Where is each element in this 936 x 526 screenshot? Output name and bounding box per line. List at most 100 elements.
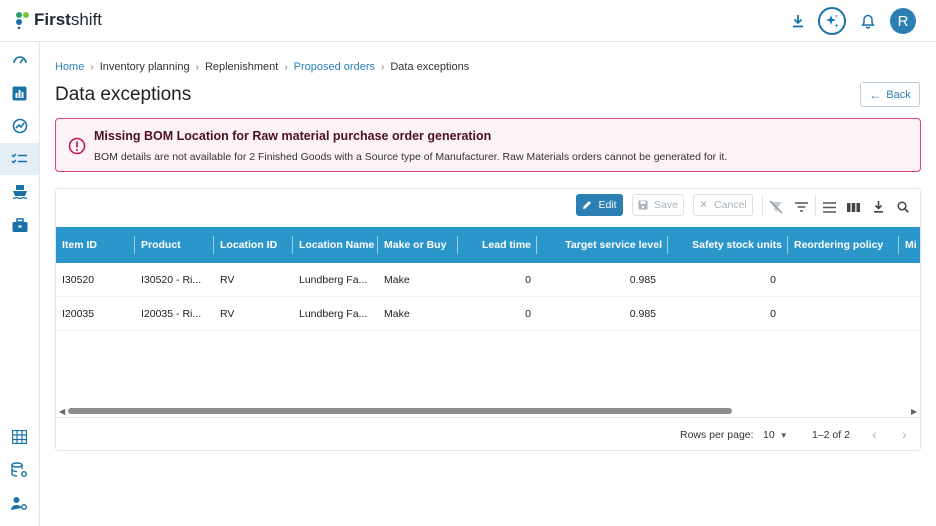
cell-item-id: I20035 — [62, 308, 95, 320]
column-header-lead-time[interactable]: Lead time — [458, 227, 537, 263]
cell-reordering-policy — [788, 263, 899, 297]
edit-button[interactable]: Edit — [576, 194, 623, 216]
bar-chart-icon — [12, 86, 27, 100]
alert-message: BOM details are not available for 2 Fini… — [94, 151, 728, 163]
column-header-location-name[interactable]: Location Name — [293, 227, 378, 263]
close-icon: ✕ — [699, 199, 709, 211]
cell-location-name: Lundberg Fa... — [299, 274, 368, 286]
sidebar-item-data-settings[interactable] — [0, 454, 39, 486]
cell-target-service-level: 0.985 — [629, 308, 656, 320]
back-button[interactable]: ← Back — [860, 82, 920, 107]
rows-per-page-value: 10 — [763, 429, 775, 441]
error-alert: Missing BOM Location for Raw material pu… — [55, 118, 921, 172]
column-header-safety-stock-units[interactable]: Safety stock units — [668, 227, 788, 263]
column-header-reordering-policy[interactable]: Reordering policy — [788, 227, 899, 263]
checklist-icon — [11, 153, 27, 164]
sidebar-item-warehouse[interactable] — [0, 421, 39, 453]
sidebar-item-shipping[interactable] — [0, 176, 39, 208]
cell-product: I20035 - Ri... — [141, 308, 202, 320]
back-label: Back — [886, 88, 911, 101]
ship-icon — [12, 185, 27, 200]
pagination-bar: Rows per page: 10 ▼ 1–2 of 2 ‹ › — [56, 417, 920, 450]
download-icon[interactable] — [788, 11, 808, 31]
page-title: Data exceptions — [55, 84, 192, 105]
density-icon[interactable] — [821, 199, 837, 215]
avatar[interactable]: R — [890, 8, 916, 34]
error-circle-icon — [68, 137, 86, 155]
cell-make-or-buy: Make — [384, 274, 410, 286]
next-page-icon[interactable]: › — [902, 426, 907, 442]
horizontal-scrollbar[interactable]: ◀ ▶ — [56, 405, 920, 416]
column-header-product[interactable]: Product — [135, 227, 214, 263]
scroll-left-icon[interactable]: ◀ — [59, 407, 65, 416]
column-header-target-service-level[interactable]: Target service level — [537, 227, 668, 263]
cancel-label: Cancel — [714, 199, 747, 211]
chevron-right-icon: › — [195, 61, 199, 73]
cell-location-id: RV — [220, 308, 235, 320]
scrollbar-thumb[interactable] — [68, 408, 732, 414]
trend-gauge-icon — [12, 118, 27, 134]
breadcrumb-proposed-orders[interactable]: Proposed orders — [294, 61, 375, 73]
sidebar-item-portfolio[interactable] — [0, 209, 39, 241]
bell-icon[interactable] — [858, 11, 878, 31]
cell-lead-time: 0 — [525, 308, 531, 320]
edit-label: Edit — [598, 199, 617, 211]
top-bar: Firstshift R — [0, 0, 936, 42]
cell-safety-stock-units: 0 — [770, 308, 776, 320]
column-header-item-id[interactable]: Item ID — [56, 227, 135, 263]
chevron-right-icon: › — [380, 61, 385, 73]
grid-toolbar: Edit Save ✕ Cancel — [56, 189, 920, 227]
cell-reordering-policy — [788, 297, 899, 331]
sidebar-item-dashboard[interactable] — [0, 44, 39, 76]
sidebar — [0, 42, 40, 526]
logo-mark-icon — [16, 12, 29, 29]
ai-sparkle-icon — [826, 14, 839, 28]
breadcrumb-current: Data exceptions — [390, 61, 470, 73]
database-settings-icon — [11, 462, 27, 477]
firstshift-logo[interactable]: Firstshift — [14, 10, 102, 30]
cell-location-id: RV — [220, 274, 235, 286]
data-grid-panel: Edit Save ✕ Cancel Item ID Product Locat… — [55, 188, 921, 451]
cell-location-name: Lundberg Fa... — [299, 308, 368, 320]
sidebar-item-replenishment[interactable] — [0, 143, 39, 175]
rows-per-page-select[interactable]: 10 ▼ — [763, 429, 788, 441]
column-header-make-or-buy[interactable]: Make or Buy — [378, 227, 458, 263]
columns-icon[interactable] — [845, 199, 861, 215]
cell-product: I30520 - Ri... — [141, 274, 202, 286]
filter-icon[interactable] — [793, 199, 809, 215]
chevron-right-icon: › — [90, 61, 94, 73]
toolbar-divider — [815, 195, 816, 217]
warehouse-grid-icon — [12, 430, 27, 444]
floppy-disk-icon — [638, 200, 648, 210]
sidebar-item-forecast[interactable] — [0, 110, 39, 142]
breadcrumb-replenishment[interactable]: Replenishment — [205, 61, 278, 73]
speedometer-icon — [12, 56, 27, 64]
save-label: Save — [654, 199, 678, 211]
sidebar-item-analytics[interactable] — [0, 77, 39, 109]
arrow-left-icon: ← — [869, 87, 882, 102]
scroll-right-icon[interactable]: ▶ — [911, 407, 917, 416]
briefcase-icon — [12, 217, 27, 232]
previous-page-icon[interactable]: ‹ — [872, 426, 877, 442]
column-header-truncated[interactable]: Mi — [899, 227, 920, 263]
column-header-location-id[interactable]: Location ID — [214, 227, 293, 263]
table-header: Item ID Product Location ID Location Nam… — [56, 227, 920, 263]
save-button[interactable]: Save — [632, 194, 684, 216]
filter-off-icon[interactable] — [768, 199, 784, 215]
top-actions: R — [776, 7, 916, 35]
sidebar-item-user-settings[interactable] — [0, 487, 39, 519]
cell-safety-stock-units: 0 — [770, 274, 776, 286]
main-content: Home › Inventory planning › Replenishmen… — [40, 42, 936, 526]
breadcrumb-inventory-planning[interactable]: Inventory planning — [100, 61, 190, 73]
ai-assistant-button[interactable] — [818, 7, 846, 35]
table-row[interactable]: I20035 I20035 - Ri... RV Lundberg Fa... … — [56, 297, 920, 331]
cell-lead-time: 0 — [525, 274, 531, 286]
chevron-right-icon: › — [284, 61, 288, 73]
table-row[interactable]: I30520 I30520 - Ri... RV Lundberg Fa... … — [56, 263, 920, 297]
export-download-icon[interactable] — [870, 199, 886, 215]
breadcrumb-home[interactable]: Home — [55, 61, 84, 73]
search-icon[interactable] — [895, 199, 911, 215]
cancel-button[interactable]: ✕ Cancel — [693, 194, 753, 216]
toolbar-divider — [762, 195, 763, 217]
pencil-icon — [583, 201, 592, 209]
